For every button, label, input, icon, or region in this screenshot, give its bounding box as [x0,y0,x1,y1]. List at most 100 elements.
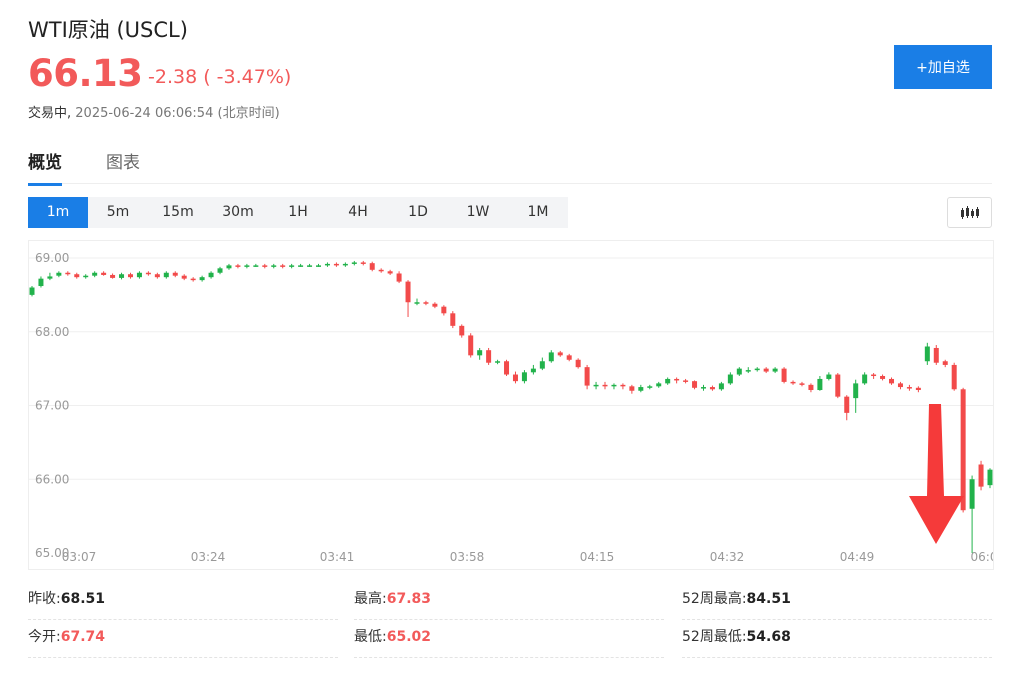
stat-value: 68.51 [60,591,106,607]
candle-body [727,374,733,384]
candle-body [271,265,277,267]
candle-body [512,374,518,382]
x-tick-label: 04:49 [840,550,875,564]
candle-body [951,364,957,390]
candle-body [342,263,348,266]
candle-body [414,302,420,304]
period-1d[interactable]: 1D [388,197,448,228]
candle-body [351,262,357,264]
candle-body [683,380,689,382]
candle-body [369,263,375,270]
stat-value: 65.02 [386,629,432,645]
candle-body [736,368,742,375]
candle-body [700,387,706,389]
period-1h[interactable]: 1H [268,197,328,228]
x-tick-label: 03:41 [320,550,355,564]
candle-body [656,383,662,387]
candle-body [432,303,438,307]
last-price: 66.13 [28,52,143,95]
y-tick-label: 68.00 [35,325,69,339]
candle-body [280,265,286,267]
candle-body [924,346,930,362]
candle-body [647,386,653,388]
timestamp: 2025-06-24 06:06:54 [75,106,214,121]
candle-body [145,272,151,275]
candle-body [665,378,671,384]
y-tick-label: 66.00 [35,472,69,486]
stat-value: 84.51 [746,591,791,607]
candle-body [262,265,268,267]
candle-body [539,361,545,369]
chart-type-button[interactable] [947,197,992,228]
candle-body [495,361,501,363]
stat-label: 今开: [28,629,61,645]
candle-body [933,347,939,363]
candle-body [181,275,187,279]
tab-overview[interactable]: 概览 [28,148,62,186]
candle-body [163,272,169,278]
candle-body [307,265,313,267]
candle-body [253,265,259,267]
candle-body [468,335,474,356]
period-15m[interactable]: 15m [148,197,208,228]
candle-body [754,368,760,371]
candle-body [360,262,366,264]
candle-body [423,302,429,304]
stat-label: 最高: [354,591,387,607]
candle-body [316,265,322,267]
down-arrow-icon [909,404,964,544]
tab-bar: 概览 图表 [28,148,992,186]
candle-body [942,361,948,365]
stat-label: 昨收: [28,591,61,607]
candle-body [190,278,196,281]
candle-body [584,367,590,386]
candle-body [871,374,877,377]
price-chart[interactable]: 69.00 68.00 67.00 66.00 65.00 03:07 03:24 03:41… [28,240,997,570]
period-selector: 1m 5m 15m 30m 1H 4H 1D 1W 1M [28,197,568,228]
period-1w[interactable]: 1W [448,197,508,228]
stat-open: 今开:67.74 [28,620,338,658]
candle-body [119,274,125,278]
candle-body [298,265,304,267]
candle-body [441,306,447,314]
candle-body [47,276,53,279]
candle-body [674,378,680,381]
candle-body [101,272,107,275]
candle-body [790,381,796,384]
stat-value: 54.68 [746,629,791,645]
candle-body [65,272,71,275]
candle-body [477,350,483,356]
candle-body [208,272,214,278]
candle-body [987,469,993,486]
candle-body [915,387,921,391]
period-30m[interactable]: 30m [208,197,268,228]
add-watchlist-button[interactable]: +加自选 [894,45,992,89]
candle-body [396,273,402,282]
x-tick-label: 06:0 [971,550,993,564]
y-tick-label: 67.00 [35,399,69,413]
candle-body [217,268,223,273]
candle-body [450,313,456,326]
period-1mo[interactable]: 1M [508,197,568,228]
candle-body [74,274,80,278]
tab-chart[interactable]: 图表 [106,148,140,183]
candle-body [324,263,330,266]
candle-body [772,368,778,372]
candle-body [745,370,751,372]
candle-body [110,274,116,278]
candle-body [378,269,384,272]
candle-body [826,374,832,379]
candle-body [889,378,895,384]
stat-value: 67.83 [386,591,432,607]
candle-body [897,383,903,388]
candle-body [557,352,563,356]
candle-body [808,384,814,391]
period-4h[interactable]: 4H [328,197,388,228]
period-1m[interactable]: 1m [28,197,88,228]
candle-body [405,281,411,303]
candle-body [566,355,572,360]
x-tick-label: 04:15 [580,550,615,564]
y-tick-label: 69.00 [35,251,69,265]
period-5m[interactable]: 5m [88,197,148,228]
candle-body [978,464,984,487]
